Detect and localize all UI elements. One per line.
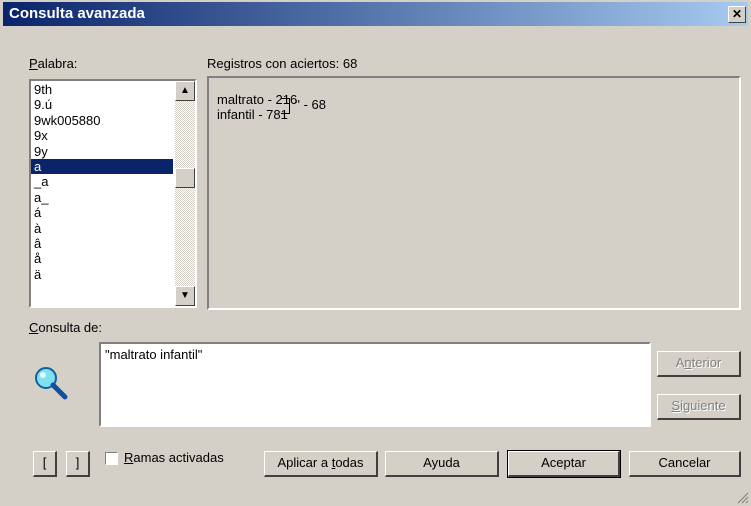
word-list-item[interactable]: a	[31, 158, 173, 175]
resize-grip-icon[interactable]	[737, 492, 749, 504]
open-bracket-button[interactable]: [	[33, 451, 57, 477]
ramas-checkbox[interactable]	[105, 452, 118, 465]
word-list: 9th 9.ú 9wk005880 9x 9y a _a a_ á à â å ä	[31, 82, 173, 282]
palabra-label: Palabra:	[29, 56, 78, 71]
close-button[interactable]: ✕	[728, 6, 746, 23]
word-list-item[interactable]: a_	[31, 190, 173, 205]
cancelar-button[interactable]: Cancelar	[629, 451, 741, 477]
vertical-scrollbar[interactable]: ▲ ▼	[175, 81, 195, 306]
scroll-up-button[interactable]: ▲	[175, 81, 195, 101]
word-listbox[interactable]: 9th 9.ú 9wk005880 9x 9y a _a a_ á à â å ä ▲ ▼	[29, 79, 197, 308]
close-bracket-button[interactable]: ]	[66, 451, 90, 477]
result-bracket	[281, 98, 290, 114]
word-list-item[interactable]: 9.ú	[31, 97, 173, 112]
word-list-item[interactable]: à	[31, 221, 173, 236]
siguiente-button[interactable]: Siguiente	[657, 394, 741, 420]
magnifier-icon	[35, 367, 68, 400]
word-list-item[interactable]: å	[31, 251, 173, 266]
scroll-thumb[interactable]	[175, 168, 195, 188]
aceptar-button[interactable]: Aceptar	[507, 450, 621, 478]
aplicar-todas-button[interactable]: Aplicar a todas	[264, 451, 378, 477]
close-icon: ✕	[731, 7, 743, 21]
ramas-label[interactable]: Ramas activadas	[124, 450, 224, 465]
results-panel: maltrato - 216 infantil - 781 '' - 68	[207, 76, 741, 310]
result-combined: '' - 68	[295, 97, 326, 112]
results-header: Registros con aciertos: 68	[207, 56, 358, 71]
scroll-down-button[interactable]: ▼	[175, 286, 195, 306]
anterior-button[interactable]: Anterior	[657, 351, 741, 377]
word-list-item[interactable]: 9th	[31, 82, 173, 97]
word-list-item[interactable]: á	[31, 205, 173, 220]
word-list-item[interactable]: 9x	[31, 128, 173, 143]
ayuda-button[interactable]: Ayuda	[385, 451, 499, 477]
dialog-window: Consulta avanzada ✕ Palabra: 9th 9.ú 9wk00…	[0, 0, 751, 506]
title-bar[interactable]: Consulta avanzada ✕	[3, 2, 748, 26]
word-list-item[interactable]: 9wk005880	[31, 113, 173, 128]
word-list-item[interactable]: ä	[31, 267, 173, 282]
query-textarea[interactable]: "maltrato infantil"	[99, 342, 651, 427]
word-list-item[interactable]: 9y	[31, 144, 173, 159]
result-term-2: infantil - 781	[217, 107, 288, 122]
consulta-label: Consulta de:	[29, 320, 102, 335]
window-title: Consulta avanzada	[9, 5, 145, 22]
arrow-up-icon: ▲	[180, 85, 190, 96]
word-list-item[interactable]: â	[31, 236, 173, 251]
arrow-down-icon: ▼	[180, 290, 190, 301]
word-list-item[interactable]: _a	[31, 174, 173, 189]
